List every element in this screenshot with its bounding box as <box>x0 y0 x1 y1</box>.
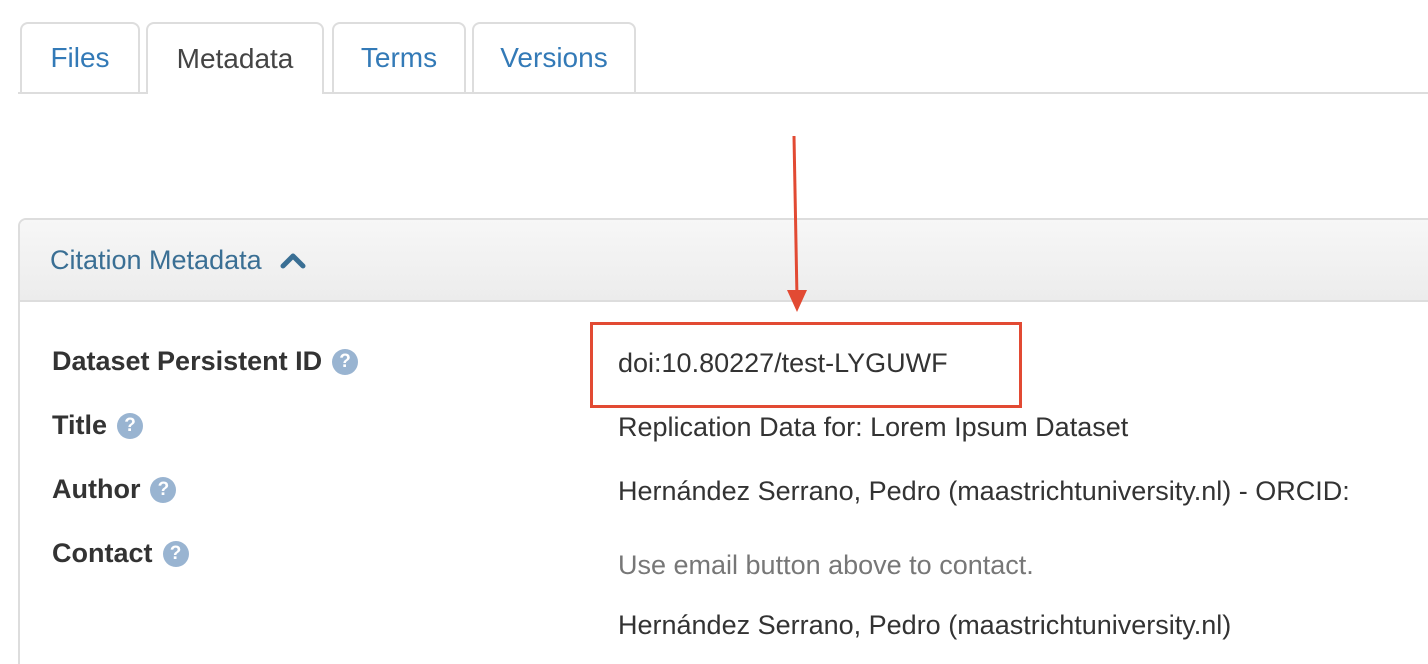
tab-versions-label: Versions <box>500 42 608 73</box>
question-circle-icon[interactable]: ? <box>332 348 359 375</box>
tab-metadata[interactable]: Metadata <box>146 22 324 94</box>
panel-title: Citation Metadata <box>50 244 262 275</box>
tab-metadata-label: Metadata <box>176 43 294 74</box>
citation-metadata-toggle[interactable]: Citation Metadata <box>20 220 1428 302</box>
tab-terms-label: Terms <box>360 42 438 73</box>
tab-versions[interactable]: Versions <box>472 22 636 92</box>
persistent-id-value: doi:10.80227/test-LYGUWF <box>618 348 948 378</box>
title-label: Title ? <box>52 410 144 441</box>
tab-bar: Files Metadata Terms Versions <box>18 0 1428 94</box>
author-value: Hernández Serrano, Pedro (maastrichtuniv… <box>618 476 1350 506</box>
tab-files[interactable]: Files <box>20 22 140 92</box>
chevron-up-icon <box>280 253 306 269</box>
author-label-text: Author <box>52 474 141 504</box>
annotation-arrow-icon <box>787 135 807 312</box>
question-circle-icon[interactable]: ? <box>162 540 189 567</box>
persistent-id-label: Dataset Persistent ID ? <box>52 346 359 377</box>
contact-note: Use email button above to contact. <box>618 550 1034 580</box>
tab-files-label: Files <box>50 42 110 73</box>
question-circle-icon[interactable]: ? <box>117 412 144 439</box>
citation-metadata-panel: Citation Metadata Dataset Persistent ID … <box>18 218 1428 664</box>
tab-terms[interactable]: Terms <box>332 22 466 92</box>
title-value: Replication Data for: Lorem Ipsum Datase… <box>618 412 1129 442</box>
page: Files Metadata Terms Versions Citation M… <box>0 0 1428 664</box>
question-circle-icon[interactable]: ? <box>150 476 177 503</box>
contact-label: Contact ? <box>52 538 189 569</box>
contact-value: Hernández Serrano, Pedro (maastrichtuniv… <box>618 610 1232 640</box>
persistent-id-label-text: Dataset Persistent ID <box>52 346 323 376</box>
contact-label-text: Contact <box>52 538 153 568</box>
author-label: Author ? <box>52 474 177 505</box>
title-label-text: Title <box>52 410 108 440</box>
